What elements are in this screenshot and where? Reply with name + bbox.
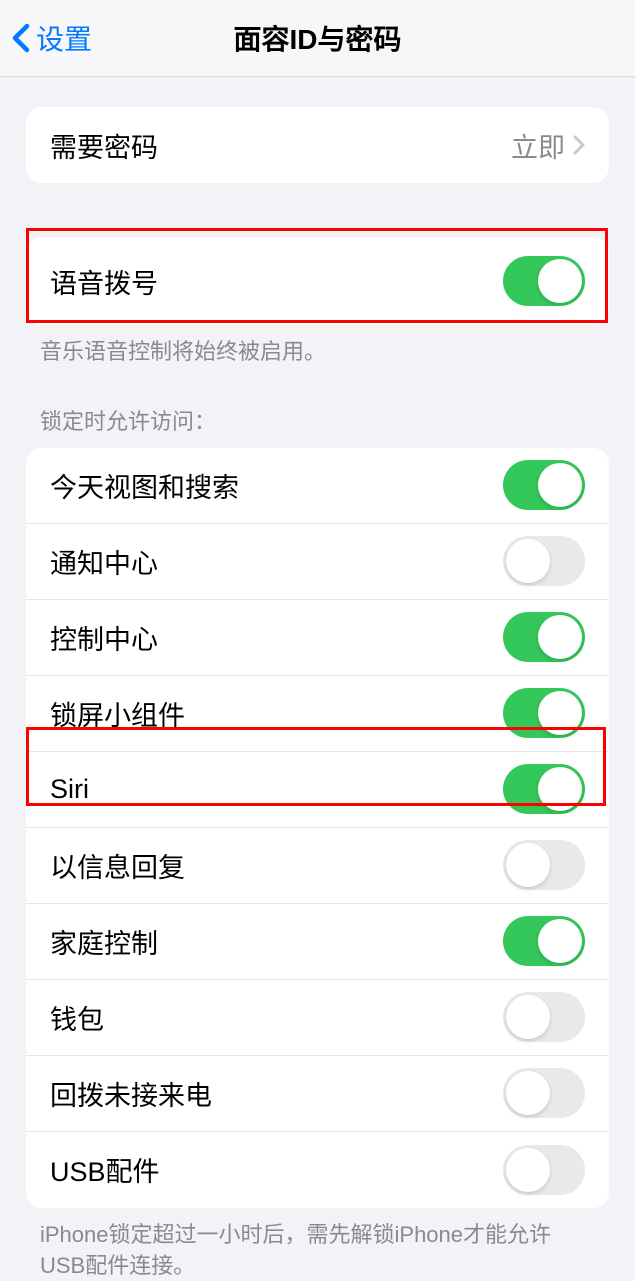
lock-access-toggle[interactable] [503,992,585,1042]
chevron-right-icon [573,135,585,155]
lock-access-toggle[interactable] [503,840,585,890]
require-passcode-row[interactable]: 需要密码 立即 [26,107,609,183]
lock-access-label: 钱包 [50,998,104,1037]
voice-dial-toggle[interactable] [503,256,585,306]
lock-access-label: 以信息回复 [50,846,185,885]
lock-access-header: 锁定时允许访问： [40,404,595,436]
back-label: 设置 [36,18,92,58]
lock-access-row: 以信息回复 [26,828,609,904]
lock-access-row: USB配件 [26,1132,609,1208]
lock-access-toggle[interactable] [503,460,585,510]
lock-access-label: USB配件 [50,1150,160,1189]
lock-access-row: 家庭控制 [26,904,609,980]
lock-access-row: 通知中心 [26,524,609,600]
voice-dial-label: 语音拨号 [50,262,158,301]
lock-access-row: 锁屏小组件 [26,676,609,752]
lock-access-row: 控制中心 [26,600,609,676]
lock-access-label: 回拨未接来电 [50,1074,212,1113]
lock-access-row: 回拨未接来电 [26,1056,609,1132]
lock-access-toggle[interactable] [503,1068,585,1118]
require-passcode-value-wrap: 立即 [511,126,585,165]
require-passcode-value: 立即 [511,126,565,165]
lock-access-row: 今天视图和搜索 [26,448,609,524]
lock-access-label: 锁屏小组件 [50,694,185,733]
lock-access-toggle[interactable] [503,536,585,586]
lock-access-group: 今天视图和搜索通知中心控制中心锁屏小组件 Siri 以信息回复家庭控制钱包回拨未接来… [26,448,609,1208]
passcode-group: 需要密码 立即 [26,107,609,183]
content: 需要密码 立即 语音拨号 音乐语音控制将始终被启用。 锁定时允许访问： 今天视图… [0,77,635,1281]
voice-dial-group: 语音拨号 [26,237,609,325]
lock-access-toggle[interactable] [503,916,585,966]
lock-access-label: 家庭控制 [50,922,158,961]
nav-bar: 设置 面容ID与密码 [0,0,635,77]
voice-dial-row: 语音拨号 [26,237,609,325]
lock-access-label: 控制中心 [50,618,158,657]
page-title: 面容ID与密码 [233,18,401,58]
lock-access-label: 今天视图和搜索 [50,466,239,505]
lock-access-footer: iPhone锁定超过一小时后，需先解锁iPhone才能允许USB配件连接。 [40,1220,595,1281]
lock-access-toggle[interactable] [503,764,585,814]
lock-access-row: 钱包 [26,980,609,1056]
lock-access-row: Siri [26,752,609,828]
voice-dial-footer: 音乐语音控制将始终被启用。 [40,337,595,368]
lock-access-label: 通知中心 [50,542,158,581]
lock-access-toggle[interactable] [503,1145,585,1195]
lock-access-label: Siri [50,774,89,805]
lock-access-toggle[interactable] [503,612,585,662]
require-passcode-label: 需要密码 [50,126,158,165]
chevron-left-icon [12,23,30,53]
lock-access-toggle[interactable] [503,688,585,738]
back-button[interactable]: 设置 [0,18,92,58]
